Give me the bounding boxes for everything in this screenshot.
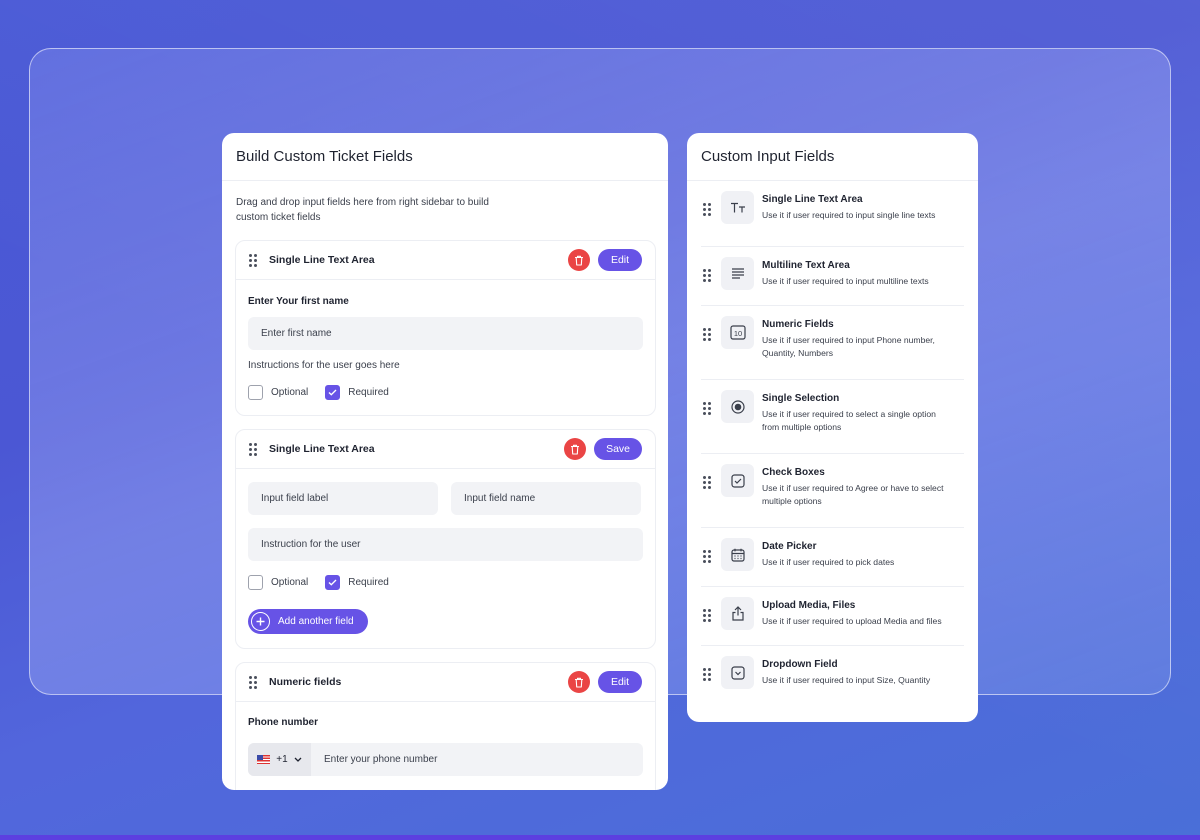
sidebar-item-title: Single Line Text Area: [762, 194, 863, 205]
sidebar-item-single-selection[interactable]: Single Selection Use it if user required…: [701, 380, 964, 454]
field-card-new[interactable]: Single Line Text Area Save Input field l…: [235, 429, 656, 649]
builder-title: Build Custom Ticket Fields: [222, 133, 668, 181]
field-label-input[interactable]: Input field label: [248, 482, 438, 515]
optional-label: Optional: [271, 387, 309, 398]
delete-button[interactable]: [568, 671, 590, 693]
drag-handle-icon[interactable]: [249, 253, 259, 267]
card-header: Numeric fields Edit: [236, 663, 655, 702]
drag-handle-icon[interactable]: [703, 328, 713, 341]
delete-button[interactable]: [564, 438, 587, 460]
calendar-icon: [721, 538, 754, 571]
sidebar-item-desc: Use it if user required to input Phone n…: [762, 335, 935, 358]
edit-button[interactable]: Edit: [598, 249, 642, 271]
add-another-field-button[interactable]: Add another field: [248, 609, 368, 634]
paragraph-icon: [721, 257, 754, 290]
sidebar-item-upload[interactable]: Upload Media, Files Use it if user requi…: [701, 587, 964, 646]
sidebar-item-desc: Use it if user required to input single …: [762, 210, 936, 220]
input-fields-sidebar: Custom Input Fields Single Line Text Are…: [687, 133, 978, 722]
required-label: Required: [348, 577, 389, 588]
delete-button[interactable]: [568, 249, 590, 271]
trash-icon: [575, 255, 583, 266]
sidebar-item-numeric[interactable]: 10 Numeric Fields Use it if user require…: [701, 306, 964, 380]
bottom-accent-bar: [0, 835, 1200, 840]
sidebar-item-title: Dropdown Field: [762, 659, 838, 670]
drag-handle-icon[interactable]: [703, 476, 713, 489]
sidebar-item-desc: Use it if user required to select a sing…: [762, 409, 936, 432]
sidebar-item-single-line[interactable]: Single Line Text Area Use it if user req…: [701, 181, 964, 247]
field-label: Phone number: [248, 717, 319, 728]
instructions-text: Instructions for the user goes here: [248, 360, 400, 371]
sidebar-item-title: Date Picker: [762, 541, 817, 552]
builder-panel: Build Custom Ticket Fields Drag and drop…: [222, 133, 668, 790]
radio-icon: [721, 390, 754, 423]
sidebar-item-dropdown[interactable]: Dropdown Field Use it if user required t…: [701, 646, 964, 705]
check-icon: [328, 579, 337, 586]
phone-input[interactable]: Enter your phone number: [311, 743, 643, 776]
field-card-phone[interactable]: Numeric fields Edit Phone number +1 Ente…: [235, 662, 656, 790]
drag-handle-icon[interactable]: [703, 668, 713, 681]
sidebar-item-multiline[interactable]: Multiline Text Area Use it if user requi…: [701, 247, 964, 306]
sidebar-item-desc: Use it if user required to input multili…: [762, 276, 929, 286]
optional-checkbox[interactable]: [248, 575, 263, 590]
sidebar-item-desc: Use it if user required to upload Media …: [762, 616, 942, 626]
country-code: +1: [276, 754, 288, 765]
optional-label: Optional: [271, 577, 309, 588]
drag-handle-icon[interactable]: [703, 609, 713, 622]
sidebar-item-title: Numeric Fields: [762, 319, 834, 330]
chevron-down-icon: [294, 757, 302, 762]
country-code-select[interactable]: +1: [248, 743, 311, 776]
card-title: Single Line Text Area: [269, 443, 375, 455]
required-label: Required: [348, 387, 389, 398]
check-icon: [328, 389, 337, 396]
sidebar-item-desc: Use it if user required to input Size, Q…: [762, 675, 931, 685]
trash-icon: [575, 677, 583, 688]
first-name-input[interactable]: Enter first name: [248, 317, 643, 350]
sidebar-item-check-boxes[interactable]: Check Boxes Use it if user required to A…: [701, 454, 964, 528]
field-name-input[interactable]: Input field name: [451, 482, 641, 515]
sidebar-item-title: Single Selection: [762, 393, 840, 404]
drag-handle-icon[interactable]: [703, 203, 713, 216]
edit-button[interactable]: Edit: [598, 671, 642, 693]
sidebar-item-desc: Use it if user required to pick dates: [762, 557, 895, 567]
sidebar-item-title: Multiline Text Area: [762, 260, 850, 271]
phone-field: +1 Enter your phone number: [248, 743, 643, 776]
sidebar-title: Custom Input Fields: [687, 133, 978, 181]
card-header: Single Line Text Area Edit: [236, 241, 655, 280]
card-header: Single Line Text Area Save: [236, 430, 655, 469]
drag-handle-icon[interactable]: [249, 442, 259, 456]
sidebar-item-desc: Use it if user required to Agree or have…: [762, 483, 944, 506]
add-another-field-label: Add another field: [278, 616, 354, 627]
upload-icon: [721, 597, 754, 630]
trash-icon: [571, 444, 580, 455]
number-icon: 10: [721, 316, 754, 349]
optional-checkbox[interactable]: [248, 385, 263, 400]
svg-text:10: 10: [733, 329, 741, 338]
save-button[interactable]: Save: [594, 438, 642, 460]
drag-handle-icon[interactable]: [703, 402, 713, 415]
drag-handle-icon[interactable]: [703, 269, 713, 282]
sidebar-item-title: Check Boxes: [762, 467, 825, 478]
card-title: Single Line Text Area: [269, 254, 375, 266]
card-title: Numeric fields: [269, 676, 342, 688]
required-checkbox[interactable]: [325, 385, 341, 400]
drag-handle-icon[interactable]: [703, 550, 713, 563]
field-label: Enter Your first name: [248, 296, 349, 307]
builder-intro: Drag and drop input fields here from rig…: [236, 197, 489, 223]
instruction-input[interactable]: Instruction for the user: [248, 528, 643, 561]
field-card-first-name[interactable]: Single Line Text Area Edit Enter Your fi…: [235, 240, 656, 416]
checkbox-icon: [721, 464, 754, 497]
text-size-icon: [721, 191, 754, 224]
sidebar-item-title: Upload Media, Files: [762, 600, 856, 611]
sidebar-item-date-picker[interactable]: Date Picker Use it if user required to p…: [701, 528, 964, 587]
drag-handle-icon[interactable]: [249, 675, 259, 689]
plus-icon: [251, 612, 270, 631]
dropdown-icon: [721, 656, 754, 689]
us-flag-icon: [257, 755, 271, 764]
required-checkbox[interactable]: [325, 575, 341, 590]
